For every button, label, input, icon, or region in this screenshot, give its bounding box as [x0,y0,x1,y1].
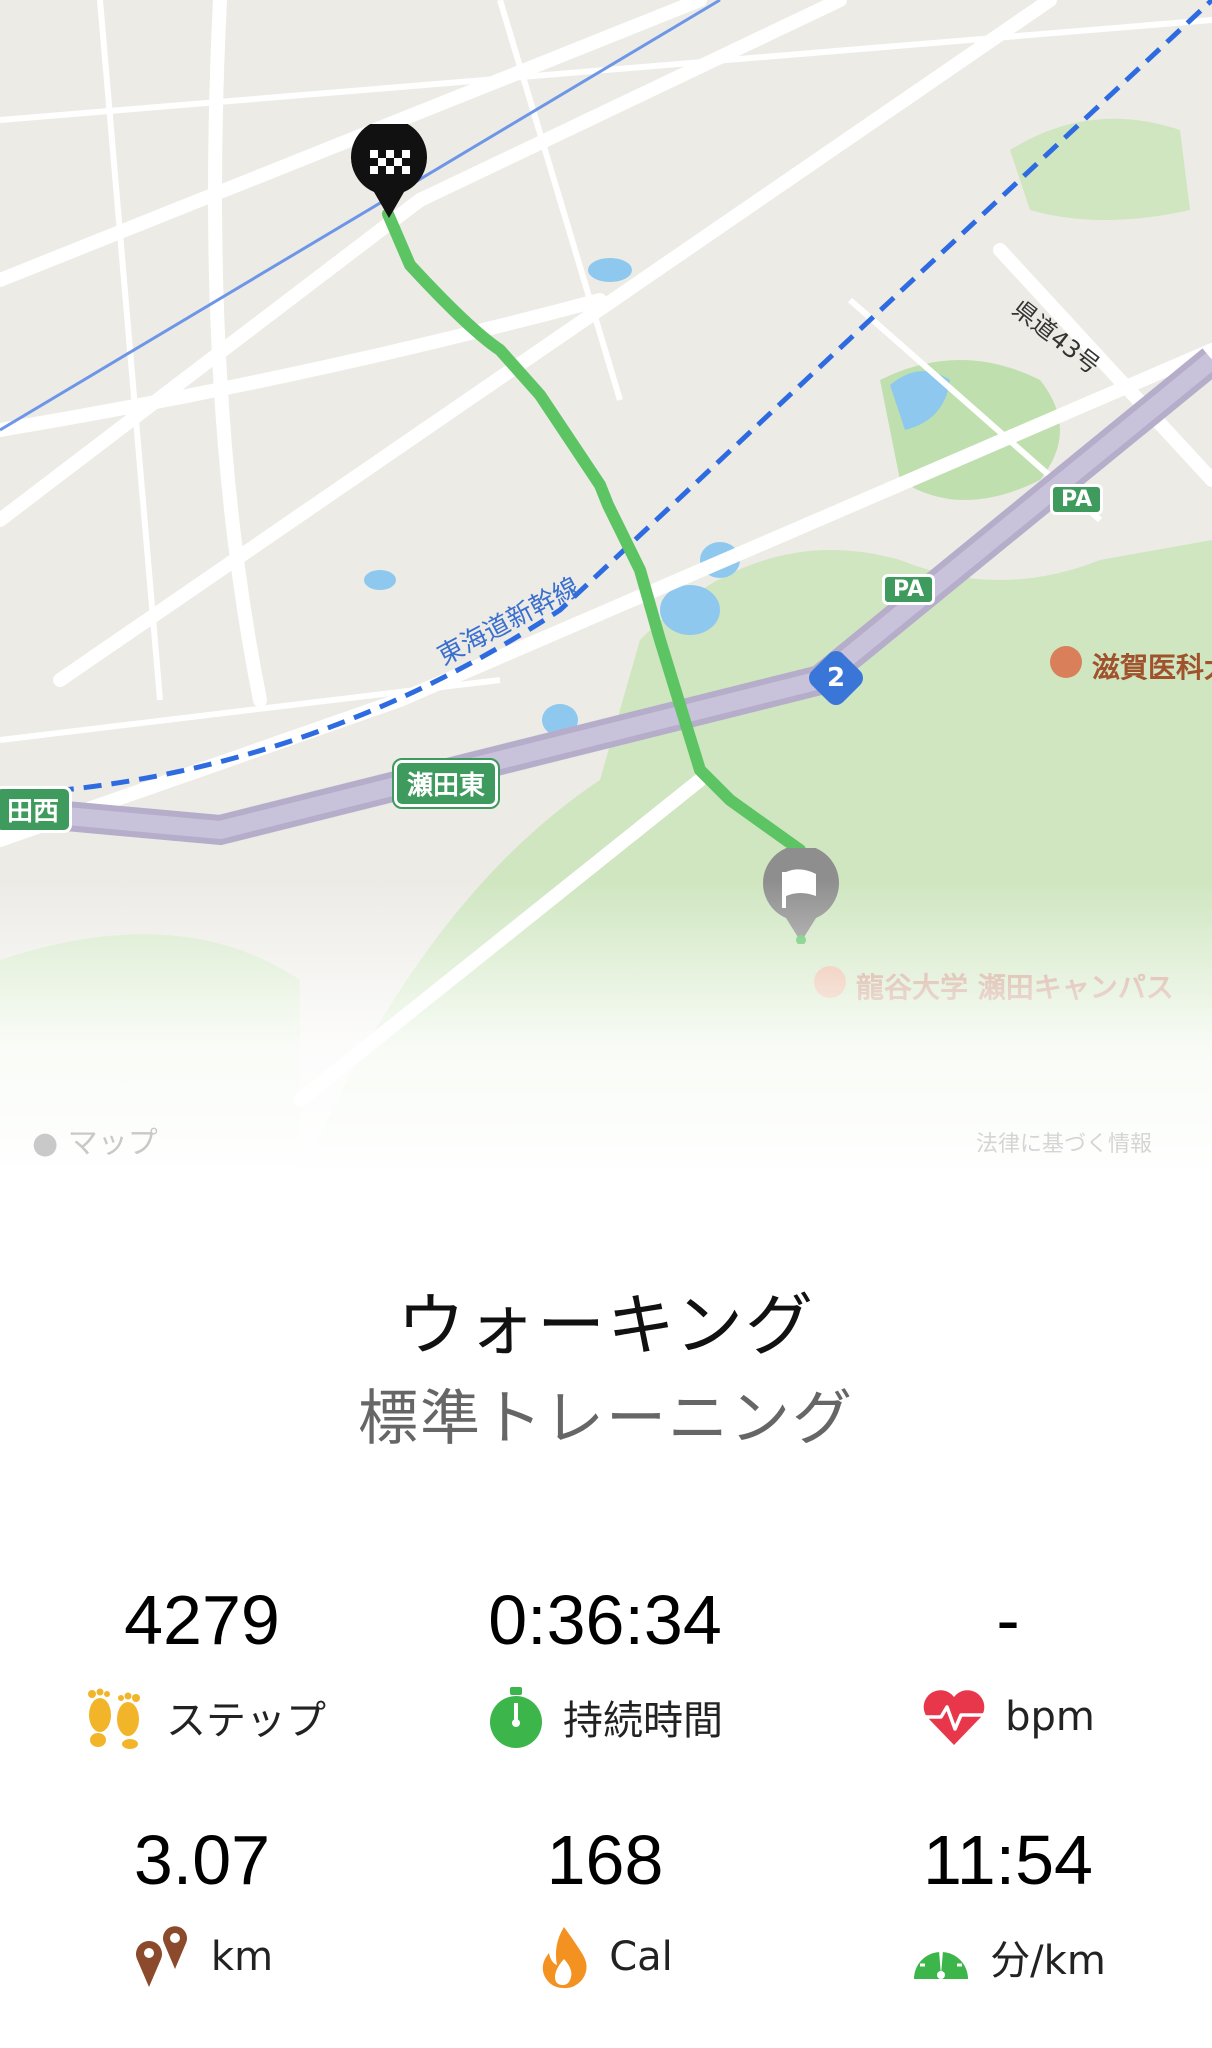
stat-distance: 3.07 km [2,1815,402,1997]
stat-calories: 168 Cal [405,1815,805,1997]
footprints-icon [88,1688,140,1749]
poi-medical-label[interactable]: 滋賀医科大 [1092,646,1212,686]
start-pin[interactable] [760,848,842,944]
interchange-label-nishi: 田西 [0,786,73,833]
distance-label: km [210,1934,274,1980]
location-pins-icon [135,1926,187,1987]
flag-icon [763,848,839,944]
distance-value: 3.07 [133,1821,271,1899]
poi-university-label[interactable]: 龍谷大学 瀬田キャンパス [856,966,1174,1006]
flame-icon [542,1927,587,1989]
heart-rate-label: bpm [1005,1694,1095,1740]
parking-area-label-2: PA [882,574,936,605]
map-attribution: ● マップ [32,1126,158,1161]
heart-rate-value: - [996,1581,1020,1659]
stat-steps: 4279 ステップ [2,1575,402,1757]
pace-label: 分/km [990,1938,1106,1984]
heart-rate-icon [923,1690,985,1745]
parking-area-label-1: PA [1050,484,1104,515]
stopwatch-icon [490,1687,542,1748]
duration-label: 持続時間 [563,1698,723,1744]
interchange-label-setahigashi: 瀬田東 [391,758,501,809]
pace-value: 11:54 [923,1821,1093,1899]
route-map[interactable]: 瀬田東 田西 2 PA PA 東海道新幹線 県道43号 龍谷大学 瀬田キャンパス… [0,0,1212,1180]
legal-link[interactable]: 法律に基づく情報 [976,1126,1152,1158]
steps-value: 4279 [124,1581,280,1659]
checkered-flag-icon [351,124,427,218]
workout-subtitle: 標準トレーニング [358,1384,854,1454]
duration-value: 0:36:34 [488,1581,722,1659]
calories-value: 168 [546,1821,664,1899]
finish-pin[interactable] [348,124,430,220]
steps-label: ステップ [166,1698,326,1744]
stat-pace: 11:54 分/km [808,1815,1208,1997]
stat-heart-rate: - bpm [808,1575,1208,1757]
stat-duration: 0:36:34 持続時間 [405,1575,805,1757]
speedometer-icon [914,1941,969,1979]
workout-title: ウォーキング [397,1287,815,1366]
apple-logo-icon: ● [32,1126,68,1161]
calories-label: Cal [609,1934,673,1980]
